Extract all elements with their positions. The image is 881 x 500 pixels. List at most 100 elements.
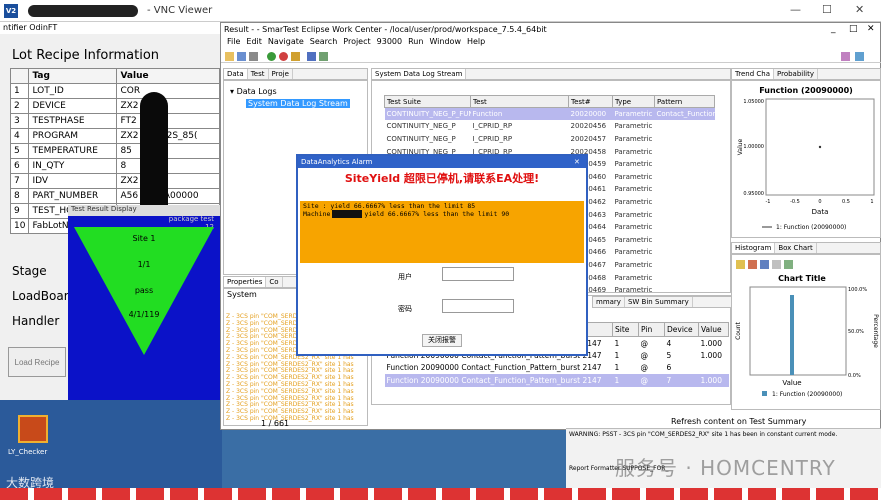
perspective-icon[interactable] xyxy=(841,52,850,61)
log-cell: 20020456 xyxy=(570,122,607,131)
close-alarm-button[interactable]: 关闭报警 xyxy=(422,334,462,347)
tab-histogram[interactable]: Histogram xyxy=(732,243,776,253)
tab-box-chart[interactable]: Box Chart xyxy=(775,243,817,253)
lot-index-cell: 6 xyxy=(9,158,30,174)
eclipse-maximize-icon[interactable]: □ xyxy=(849,23,858,36)
close-icon[interactable]: ✕ xyxy=(855,3,864,16)
redacted-hostname xyxy=(28,5,138,17)
load-recipe-button[interactable]: Load Recipe xyxy=(8,347,66,377)
lot-table-row[interactable]: 2 DEVICE ZX2 A xyxy=(9,98,220,114)
summary-col-header[interactable]: Pin xyxy=(638,322,665,337)
tab-trend-chart[interactable]: Trend Cha xyxy=(732,69,774,79)
status-right: Refresh content on Test Summary xyxy=(671,417,807,426)
tree-item-system-stream[interactable]: System Data Log Stream xyxy=(246,99,350,108)
tree-root-data-logs[interactable]: ▾ Data Logs xyxy=(230,87,277,96)
tab-probability[interactable]: Probability xyxy=(774,69,819,79)
summary-row[interactable]: Function 20090000 Contact_Function_Patte… xyxy=(384,374,729,387)
open-perspective-icon[interactable] xyxy=(319,52,328,61)
lot-table-row[interactable]: 7 IDV ZX2 A xyxy=(9,173,220,189)
summary-col-header[interactable]: Value xyxy=(698,322,729,337)
tab-project[interactable]: Proje xyxy=(269,69,293,79)
checker-app-icon[interactable] xyxy=(18,415,48,443)
lot-table-row[interactable]: 6 IN_QTY 8 xyxy=(9,158,220,174)
menu-item[interactable]: Search xyxy=(310,37,337,46)
log-row[interactable]: CONTINUITY_NEG_P I_CPRID_RP 20020457 Parame… xyxy=(385,133,715,146)
hist-tool-2-icon[interactable] xyxy=(748,260,757,269)
lot-tag-cell: PART_NUMBER xyxy=(28,188,118,204)
summary-row[interactable]: Function 20090000 Contact_Function_Patte… xyxy=(385,362,729,375)
print-icon[interactable] xyxy=(249,52,258,61)
hist-tool-5-icon[interactable] xyxy=(784,260,793,269)
lot-table-row[interactable]: 3 TESTPHASE FT2 xyxy=(9,113,220,129)
summary-tabs: mmary SW Bin Summary xyxy=(592,296,732,308)
log-cell: Parametric xyxy=(612,107,655,121)
eclipse-close-icon[interactable]: ✕ xyxy=(867,23,875,36)
debug-icon[interactable] xyxy=(291,52,300,61)
log-cell: I_CPRID_RP xyxy=(472,134,513,143)
func-xtick-2: 0 xyxy=(818,199,821,205)
menu-item[interactable]: Window xyxy=(429,37,461,46)
menu-item[interactable]: File xyxy=(227,37,240,46)
user-input[interactable] xyxy=(442,267,514,281)
log-col-header[interactable]: Pattern xyxy=(654,95,715,108)
menu-item[interactable]: Help xyxy=(467,37,485,46)
tab-console[interactable]: Co xyxy=(266,277,283,287)
menu-item[interactable]: 93000 xyxy=(377,37,402,46)
tab-summary[interactable]: mmary xyxy=(593,297,625,307)
alarm-line2-suffix: yield 66.6667% less than the limit 90 xyxy=(364,210,510,218)
tab-data[interactable]: Data xyxy=(224,69,248,79)
tab-sw-bin-summary[interactable]: SW Bin Summary xyxy=(625,297,693,307)
menu-item[interactable]: Project xyxy=(343,37,370,46)
function-chart-panel: Function (20090000) 1.05000 1.00000 0.95… xyxy=(731,80,881,238)
lot-index-cell: 9 xyxy=(9,203,30,219)
new-file-icon[interactable] xyxy=(225,52,234,61)
eclipse-minimize-icon[interactable]: _ xyxy=(831,23,836,36)
menu-item[interactable]: Edit xyxy=(246,37,262,46)
lot-index-cell: 5 xyxy=(9,143,30,159)
log-row[interactable]: CONTINUITY_NEG_P I_CPRID_RP 20020456 Parame… xyxy=(385,120,715,133)
log-col-header[interactable]: Type xyxy=(612,95,655,108)
password-input[interactable] xyxy=(442,299,514,313)
perspective2-icon[interactable] xyxy=(855,52,864,61)
vnc-window-title: - VNC Viewer xyxy=(147,5,213,16)
save-icon[interactable] xyxy=(237,52,246,61)
hist-tool-4-icon[interactable] xyxy=(772,260,781,269)
log-row[interactable]: CONTINUITY_NEG_P_FUN Function 20020000 Para… xyxy=(384,107,715,121)
log-cell xyxy=(655,271,715,284)
summary-col-header[interactable]: Device xyxy=(664,322,699,337)
hist-tool-3-icon[interactable] xyxy=(760,260,769,269)
maximize-icon[interactable]: ☐ xyxy=(822,3,832,16)
stop-icon[interactable] xyxy=(279,52,288,61)
log-cell xyxy=(655,170,715,183)
log-col-header[interactable]: Test# xyxy=(568,95,613,108)
histogram-tabs: Histogram Box Chart xyxy=(731,242,881,254)
left-panel-tabs: Data Test Proje xyxy=(223,68,368,80)
menu-item[interactable]: Navigate xyxy=(268,37,304,46)
summary-col-header[interactable]: Site xyxy=(612,322,639,337)
lot-value-cell: 8 xyxy=(116,158,220,174)
tree-child-label: System Data Log Stream xyxy=(248,99,348,108)
pass-label: pass xyxy=(135,286,153,295)
log-cell xyxy=(655,133,715,146)
log-col-header[interactable]: Test Suite xyxy=(384,95,471,108)
tab-test[interactable]: Test xyxy=(248,69,269,79)
eclipse-title-bar: Result - - SmarTest Eclipse Work Center … xyxy=(221,23,880,36)
handler-label: Handler xyxy=(12,314,60,328)
run-icon[interactable] xyxy=(267,52,276,61)
lot-table-row[interactable]: 8 PART_NUMBER A56 1412A00000 xyxy=(9,188,220,204)
minimize-icon[interactable]: — xyxy=(790,3,801,16)
lot-table-row[interactable]: 4 PROGRAM ZX2 _FT2_2S_85( xyxy=(9,128,220,144)
summary-cell: 1.000 xyxy=(700,350,722,360)
warning-text: WARNING: PSST - 3CS pin "COM_SERDES2_RX"… xyxy=(569,431,838,438)
log-cell: Parametric xyxy=(614,147,653,156)
log-col-header[interactable]: Test xyxy=(470,95,569,108)
alarm-close-icon[interactable]: ✕ xyxy=(574,156,580,168)
search-icon[interactable] xyxy=(307,52,316,61)
tab-system-log[interactable]: System Data Log Stream xyxy=(372,69,467,79)
tab-properties[interactable]: Properties xyxy=(224,277,267,287)
lot-table-row[interactable]: 5 TEMPERATURE 85 xyxy=(9,143,220,159)
hist-tool-1-icon[interactable] xyxy=(736,260,745,269)
function-chart: Function (20090000) 1.05000 1.00000 0.95… xyxy=(737,86,875,231)
lot-table-row[interactable]: 1 LOT_ID COR xyxy=(9,83,220,99)
menu-item[interactable]: Run xyxy=(408,37,423,46)
